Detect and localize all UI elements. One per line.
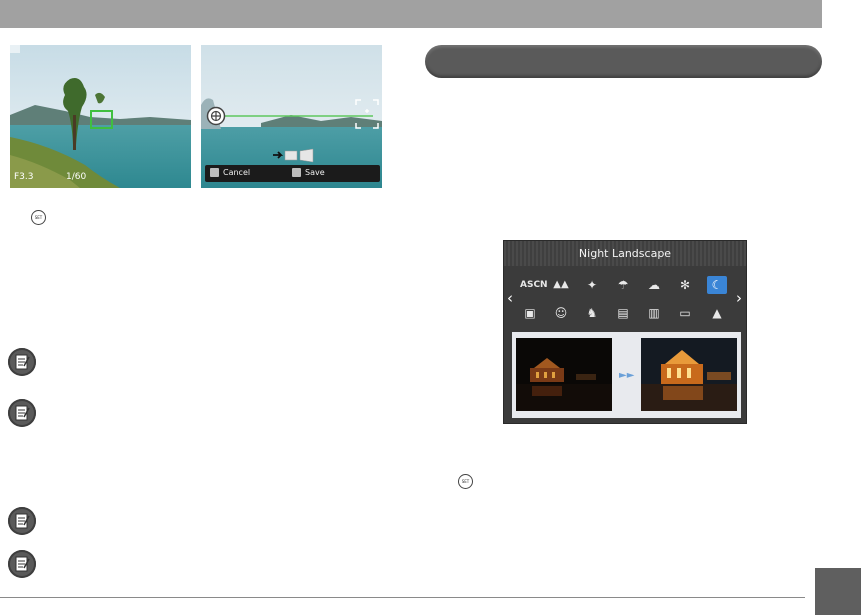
scene-icon-frame[interactable]: ▣ (520, 304, 540, 322)
arrow-right-icon: ►► (619, 370, 635, 381)
scene-icon-beach[interactable]: ☂ (613, 276, 633, 294)
save-label: Save (305, 168, 325, 177)
set-button-icon: SET (31, 210, 46, 225)
down-key-icon (210, 168, 219, 177)
page-number-tab (815, 568, 861, 615)
scene-icon-fireworks[interactable]: ✻ (675, 276, 695, 294)
set-key-icon (292, 168, 301, 177)
left-arrow-icon[interactable]: ‹ (507, 289, 513, 307)
preview-before-image (516, 338, 612, 411)
cancel-label: Cancel (223, 168, 251, 177)
pan-direction-icon (206, 106, 226, 126)
scene-icon-pet[interactable]: ♞ (582, 304, 602, 322)
scene-icon-landscape[interactable]: ▲▲ (551, 276, 571, 294)
hud-exposure: F3.3 (14, 172, 34, 182)
scene-icon-sport[interactable]: ✦ (582, 276, 602, 294)
scene-icon-document[interactable]: ▤ (613, 304, 633, 322)
note-icon (8, 348, 36, 376)
section-title-pill (425, 45, 822, 78)
scene-icon-snow[interactable]: ▲ (707, 304, 727, 322)
right-arrow-icon[interactable]: › (736, 289, 742, 307)
scene-icon-portrait[interactable]: ☺ (551, 304, 571, 322)
note-icon (8, 507, 36, 535)
scene-preview-panel: ►► (512, 332, 741, 418)
set-button-icon: SET (458, 474, 473, 489)
scene-icon-night-landscape[interactable]: ☾ (707, 276, 727, 294)
landscape-photo-focus (10, 45, 191, 188)
note-icon (8, 399, 36, 427)
hud-shutter: 1/60 (66, 172, 87, 182)
bottom-divider (0, 597, 805, 598)
scene-icon-ascn[interactable]: ASCN (520, 276, 548, 294)
scene-icon-panorama[interactable]: ▥ (644, 304, 664, 322)
scene-icon-hdr[interactable]: ▭ (675, 304, 695, 322)
note-icon (8, 550, 36, 578)
panorama-action-bar: Cancel Save (205, 165, 380, 182)
page-header-bar (0, 0, 822, 28)
preview-after-image (641, 338, 737, 411)
scene-icon-sunset[interactable]: ☁ (644, 276, 664, 294)
scene-mode-menu: Night Landscape ‹ › ASCN ▲▲ ✦ ☂ ☁ ✻ ☾ ▣ … (503, 240, 747, 424)
scene-menu-title: Night Landscape (504, 241, 746, 266)
